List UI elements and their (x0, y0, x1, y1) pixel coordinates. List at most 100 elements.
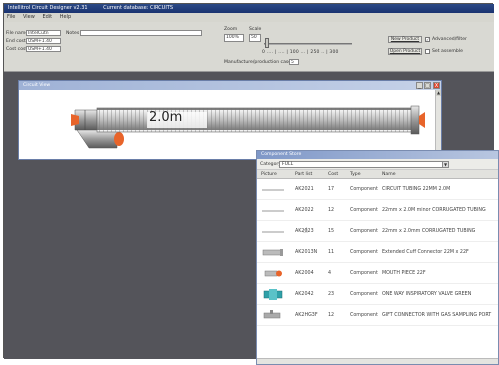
part-cost: 11 (328, 250, 335, 255)
col-type[interactable]: Type (350, 170, 361, 179)
circuit-drawing (71, 105, 425, 149)
properties-panel: File name IntelCutn Notes End cost USM+1… (4, 22, 494, 72)
part-name: MOUTH PIECE 22F (382, 271, 426, 276)
file-name-input[interactable]: IntelCutn (26, 30, 61, 36)
table-row[interactable]: AK2042 23 Component ONE WAY INSPIRATORY … (257, 284, 498, 305)
tube-thumbnail-icon (262, 210, 284, 212)
part-number: AK2013N (295, 250, 318, 255)
cost-cost-field[interactable]: USM+1.40 (26, 46, 61, 52)
part-type: Component (350, 313, 378, 318)
part-type: Component (350, 187, 378, 192)
manufacture-label: Manufacture/production case (224, 60, 292, 65)
category-select[interactable]: FULL ▼ (279, 161, 449, 168)
col-cost[interactable]: Cost (328, 170, 338, 179)
table-row[interactable]: AK2HG3F 12 Component GIFT CONNECTOR WITH… (257, 305, 498, 326)
category-label: Category (260, 162, 281, 167)
mouthpiece-thumbnail-icon (264, 270, 282, 277)
component-table-header: Picture Part list Cost Type Name (257, 170, 498, 179)
part-name: CIRCUIT TUBING 22MM 2.0M (382, 187, 451, 192)
menu-edit[interactable]: Edit (42, 14, 52, 20)
scroll-up-arrow[interactable]: ▲ (436, 90, 441, 96)
circuit-view-title: Circuit View (23, 83, 51, 88)
table-row[interactable]: AK2022 12 Component 22mm x 2.0M minor CO… (257, 200, 498, 221)
zoom-slider-track[interactable] (264, 43, 352, 45)
part-type: Component (350, 208, 378, 213)
minimize-button[interactable]: _ (416, 82, 423, 89)
connector-thumbnail-icon (262, 249, 283, 256)
manufacture-input[interactable]: 5 (289, 59, 299, 65)
col-name[interactable]: Name (382, 170, 396, 179)
col-part-list[interactable]: Part list (295, 170, 312, 179)
part-cost: 12 (328, 208, 335, 213)
menu-help[interactable]: Help (60, 14, 71, 20)
maximize-button[interactable]: □ (424, 82, 431, 89)
scale-label: Scale (249, 27, 262, 32)
assemble-checkbox[interactable] (425, 49, 430, 54)
menu-view[interactable]: View (23, 14, 35, 20)
part-number: AK2042 (295, 292, 314, 297)
new-product-button[interactable]: New Product (388, 36, 422, 43)
part-type: Component (350, 229, 378, 234)
part-name: GIFT CONNECTOR WITH GAS SAMPLING PORT (382, 313, 492, 318)
category-filter: Category FULL ▼ (257, 159, 498, 170)
tube-thumbnail-icon (262, 231, 284, 233)
scale-input[interactable]: 50 (249, 34, 261, 42)
part-type: Component (350, 292, 378, 297)
tube-length-label: 2.0m (149, 110, 183, 125)
horizontal-scrollbar[interactable] (257, 358, 498, 364)
part-name: Extended Cuff Connector 22M x 22F (382, 250, 469, 255)
part-number: AK2004 (295, 271, 314, 276)
vertical-scrollbar[interactable]: ▲ ▼ (435, 90, 441, 159)
circuit-canvas[interactable]: 2.0m ▲ ▼ (19, 90, 441, 159)
part-cost: 12 (328, 313, 335, 318)
valve-thumbnail-icon (263, 289, 283, 300)
part-name: 22mm x 2.0M minor CORRUGATED TUBING (382, 208, 486, 213)
table-row[interactable]: AK2004 4 Component MOUTH PIECE 22F (257, 263, 498, 284)
part-number: AK2021 (295, 187, 314, 192)
circuit-view-titlebar[interactable]: Circuit View _ □ X (19, 81, 441, 90)
close-button[interactable]: X (433, 82, 440, 89)
part-type: Component (350, 250, 378, 255)
open-product-button[interactable]: Open Product (388, 48, 422, 55)
advanced-checkbox[interactable]: ✓ (425, 37, 430, 42)
circuit-view-window: Circuit View _ □ X 2.0m ▲ (18, 80, 442, 160)
advanced-label: Advanced/filter (432, 37, 467, 42)
part-name: 22mm x 2.0mm CORRUGATED TUBING (382, 229, 476, 234)
chevron-down-icon[interactable]: ▼ (442, 162, 448, 167)
tube-thumbnail-icon (262, 189, 284, 191)
zoom-label: Zoom (224, 27, 238, 32)
cost-cost-label: Cost cost (6, 47, 28, 52)
component-store-titlebar[interactable]: Component Store (257, 151, 498, 159)
part-cost: 23 (328, 292, 335, 297)
component-store-window: Component Store Category FULL ▼ Picture … (256, 150, 499, 365)
category-value: FULL (282, 162, 294, 167)
col-picture[interactable]: Picture (261, 170, 277, 179)
zoom-slider-thumb[interactable] (265, 38, 269, 48)
table-row[interactable]: AK2021 17 Component CIRCUIT TUBING 22MM … (257, 179, 498, 200)
title-bar: Intellitrol Circuit Designer v2.31 Curre… (4, 4, 494, 13)
menu-bar: File View Edit Help (4, 13, 494, 22)
part-type: Component (350, 271, 378, 276)
table-row[interactable]: AK2013N 11 Component Extended Cuff Conne… (257, 242, 498, 263)
table-row[interactable]: AK2023 15 Component 22mm x 2.0mm CORRUGA… (257, 221, 498, 242)
part-number: AK2022 (295, 208, 314, 213)
part-cost: 15 (328, 229, 335, 234)
file-name-label: File name (6, 31, 29, 36)
part-cost: 17 (328, 187, 335, 192)
database-label: Current database: CIRCUITS (103, 5, 174, 11)
zoom-select[interactable]: 100% (224, 34, 244, 42)
notes-label: Notes (66, 31, 80, 36)
menu-file[interactable]: File (7, 14, 15, 20)
part-number: AK2HG3F (295, 313, 318, 318)
zoom-ticks: 0 .... | .... | 100 ... | 250 .. | 300 (262, 50, 339, 55)
part-cost: 4 (328, 271, 332, 276)
gift-connector-thumbnail-icon (263, 310, 281, 319)
end-cost-label: End cost (6, 39, 26, 44)
end-cost-field[interactable]: USM+1.40 (26, 38, 61, 44)
app-title: Intellitrol Circuit Designer v2.31 (8, 5, 88, 11)
component-store-title: Component Store (261, 152, 302, 157)
mouse-cursor-icon: ☝ (303, 226, 308, 235)
assemble-label: Set assemble (432, 49, 463, 54)
part-name: ONE WAY INSPIRATORY VALVE GREEN (382, 292, 472, 297)
notes-input[interactable] (80, 30, 202, 36)
